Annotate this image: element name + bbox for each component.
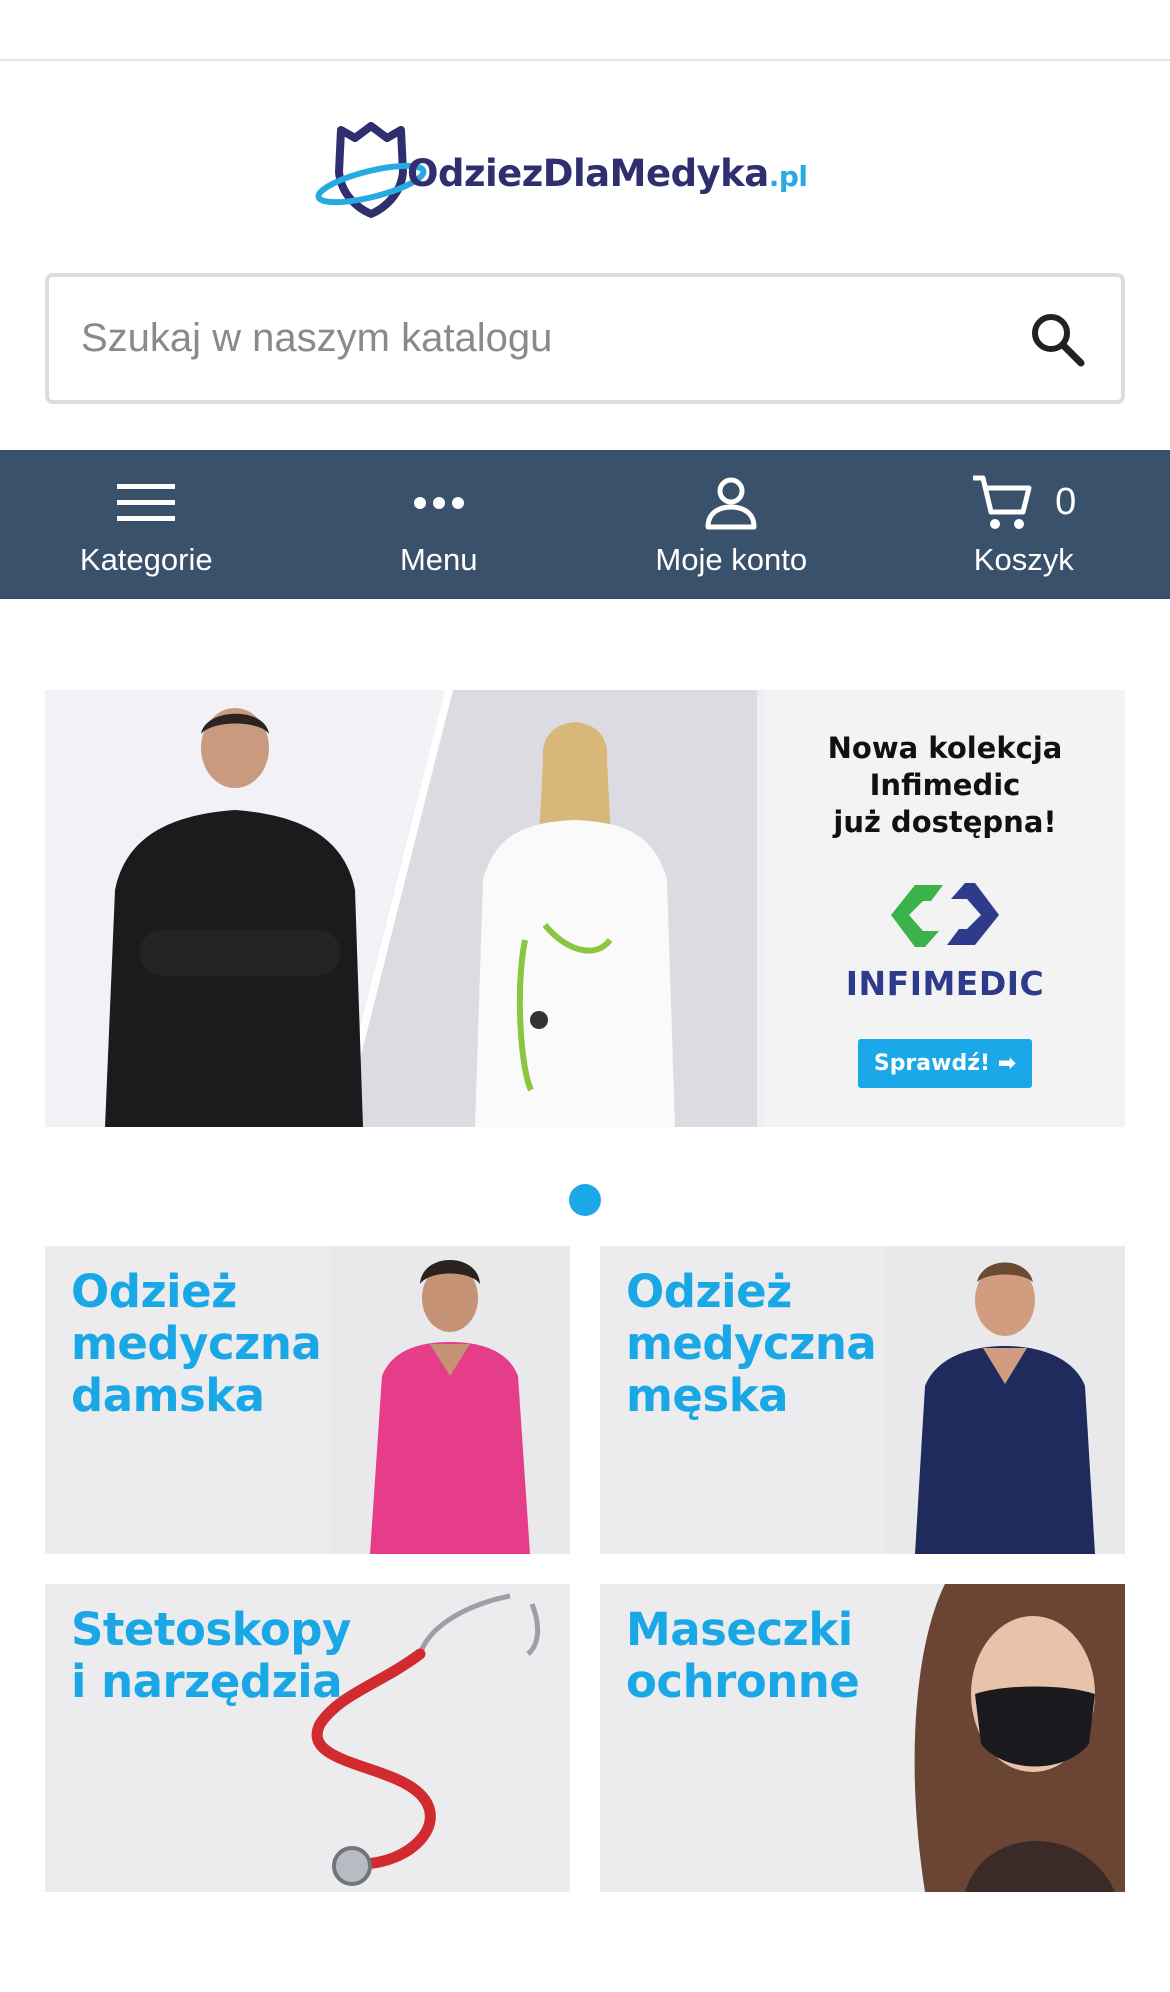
search-input[interactable] xyxy=(81,316,1027,361)
more-dots-icon xyxy=(413,472,465,534)
category-men-scrubs[interactable]: Odzież medyczna męska xyxy=(600,1246,1125,1554)
category-title: Stetoskopy i narzędzia xyxy=(71,1603,351,1708)
slide-photo-doctors xyxy=(45,690,757,1127)
cart-icon xyxy=(973,475,1032,529)
category-stethoscopes[interactable]: Stetoskopy i narzędzia xyxy=(45,1584,570,1892)
user-icon xyxy=(704,472,758,534)
category-image-men xyxy=(885,1246,1125,1554)
cart-count: 0 xyxy=(1055,481,1077,523)
category-title: Maseczki ochronne xyxy=(626,1603,860,1708)
nav-menu-label: Menu xyxy=(399,541,478,577)
infimedic-logo-icon xyxy=(891,883,999,947)
slide-promo-infimedic: Nowa kolekcja Infimedic już dostępna! IN… xyxy=(765,690,1125,1127)
category-image-women xyxy=(330,1246,570,1554)
promo-brand: INFIMEDIC xyxy=(845,964,1045,1003)
mobile-navbar: Kategorie Menu Moje konto 0 Koszyk xyxy=(0,450,1170,599)
search-box xyxy=(45,273,1125,404)
nav-moje-konto[interactable]: Moje konto xyxy=(585,450,878,599)
nav-kategorie-label: Kategorie xyxy=(79,541,213,577)
nav-koszyk-label: Koszyk xyxy=(973,541,1074,577)
top-strip xyxy=(0,0,1170,61)
slider-dot[interactable] xyxy=(569,1184,601,1216)
promo-check-button[interactable]: Sprawdź! ➡ xyxy=(857,1039,1033,1088)
site-logo[interactable]: OdziezDlaMedyka.pl xyxy=(315,112,855,224)
promo-title: Nowa kolekcja Infimedic już dostępna! xyxy=(827,731,1063,839)
search-icon[interactable] xyxy=(1027,309,1087,369)
category-face-masks[interactable]: Maseczki ochronne xyxy=(600,1584,1125,1892)
category-women-scrubs[interactable]: Odzież medyczna damska xyxy=(45,1246,570,1554)
nav-kategorie[interactable]: Kategorie xyxy=(0,450,293,599)
category-title: Odzież medyczna męska xyxy=(626,1265,877,1422)
logo-text: OdziezDlaMedyka.pl xyxy=(407,151,808,195)
nav-moje-konto-label: Moje konto xyxy=(655,541,808,577)
hero-slider[interactable]: Nowa kolekcja Infimedic już dostępna! IN… xyxy=(45,690,1125,1127)
category-title: Odzież medyczna damska xyxy=(71,1265,322,1422)
category-image-mask xyxy=(914,1584,1125,1892)
nav-menu[interactable]: Menu xyxy=(293,450,586,599)
nav-koszyk[interactable]: 0 Koszyk xyxy=(878,450,1170,599)
hamburger-icon xyxy=(117,472,176,534)
cart-area: 0 xyxy=(971,472,1076,534)
